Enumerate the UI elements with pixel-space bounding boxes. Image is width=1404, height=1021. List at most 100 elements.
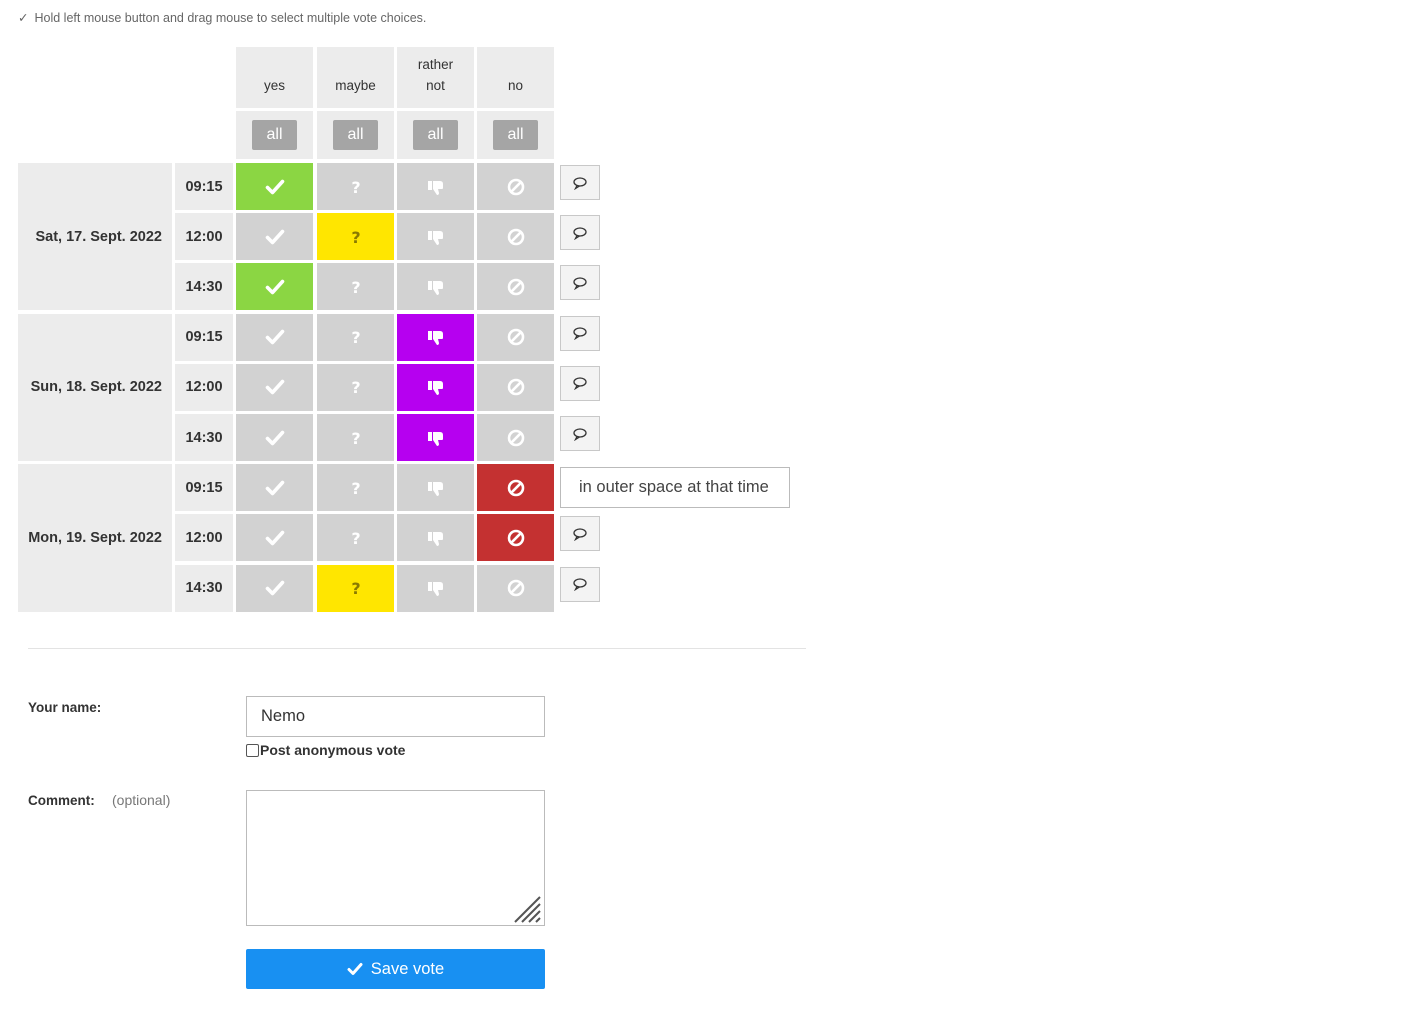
day-label: Sat, 17. Sept. 2022 xyxy=(18,163,172,311)
vote-cell-no[interactable] xyxy=(477,163,554,210)
vote-cell-no[interactable] xyxy=(477,263,554,311)
vote-cell-rather-not[interactable] xyxy=(397,263,474,311)
speech-bubble-icon xyxy=(573,227,587,240)
no-sign-icon xyxy=(505,577,527,599)
time-label: 14:30 xyxy=(175,263,233,311)
vote-cell-yes[interactable] xyxy=(236,514,313,562)
comment-label: Comment: xyxy=(28,793,95,808)
vote-cell-yes[interactable] xyxy=(236,163,313,210)
vote-cell-maybe[interactable]: ? xyxy=(317,313,394,361)
resize-grip-icon[interactable] xyxy=(513,895,542,924)
anonymous-checkbox[interactable] xyxy=(246,743,259,757)
vote-cell-no[interactable] xyxy=(477,414,554,461)
check-icon xyxy=(264,577,286,599)
time-label: 12:00 xyxy=(175,514,233,562)
comment-textarea[interactable] xyxy=(246,790,545,926)
vote-cell-maybe[interactable]: ? xyxy=(317,213,394,261)
thumbs-down-icon xyxy=(425,577,447,599)
svg-text:?: ? xyxy=(351,278,360,297)
vote-cell-rather-not[interactable] xyxy=(397,514,474,562)
select-all-no-button[interactable]: all xyxy=(493,120,538,150)
all-cell: all xyxy=(477,111,554,159)
speech-bubble-icon xyxy=(573,176,587,190)
add-comment-button[interactable] xyxy=(560,315,600,351)
vote-cell-maybe[interactable]: ? xyxy=(317,464,394,512)
thumbs-down-icon xyxy=(425,477,447,499)
svg-text:?: ? xyxy=(351,378,360,397)
question-mark-icon: ? xyxy=(345,527,367,549)
vote-cell-yes[interactable] xyxy=(236,564,313,612)
vote-cell-yes[interactable] xyxy=(236,363,313,411)
time-label: 09:15 xyxy=(175,464,233,512)
thumbs-down-icon xyxy=(425,527,447,549)
time-label: 12:00 xyxy=(175,213,233,261)
vote-cell-rather-not[interactable] xyxy=(397,564,474,612)
vote-cell-no[interactable] xyxy=(477,464,554,512)
select-all-rather-not-button[interactable]: all xyxy=(413,120,458,150)
question-mark-icon: ? xyxy=(345,577,367,599)
save-vote-button[interactable]: Save vote xyxy=(246,949,545,989)
vote-cell-yes[interactable] xyxy=(236,313,313,361)
vote-cell-no[interactable] xyxy=(477,213,554,261)
vote-cell-maybe[interactable]: ? xyxy=(317,514,394,562)
save-vote-label: Save vote xyxy=(370,959,445,978)
speech-bubble-icon xyxy=(573,528,587,541)
vote-cell-maybe[interactable]: ? xyxy=(317,263,394,311)
column-header-maybe: maybe xyxy=(317,47,394,108)
column-header-no: no xyxy=(477,47,554,108)
add-comment-button[interactable] xyxy=(560,165,600,200)
no-sign-icon xyxy=(505,376,527,398)
svg-text:?: ? xyxy=(351,429,360,448)
add-comment-button[interactable] xyxy=(560,566,600,602)
vote-cell-maybe[interactable]: ? xyxy=(317,414,394,461)
name-input[interactable] xyxy=(246,696,545,737)
vote-cell-no[interactable] xyxy=(477,313,554,361)
vote-cell-maybe[interactable]: ? xyxy=(317,363,394,411)
no-sign-icon xyxy=(505,477,527,499)
thumbs-down-icon xyxy=(425,326,447,348)
add-comment-button[interactable] xyxy=(560,516,600,552)
speech-bubble-icon xyxy=(573,327,587,341)
slot-comment-input[interactable]: in outer space at that time xyxy=(560,467,790,509)
svg-text:?: ? xyxy=(351,228,360,247)
vote-cell-no[interactable] xyxy=(477,514,554,562)
vote-cell-yes[interactable] xyxy=(236,213,313,261)
svg-text:?: ? xyxy=(351,328,360,347)
vote-cell-rather-not[interactable] xyxy=(397,363,474,411)
question-mark-icon: ? xyxy=(345,477,367,499)
thumbs-down-icon xyxy=(425,276,447,298)
select-all-maybe-button[interactable]: all xyxy=(333,120,378,150)
thumbs-down-icon xyxy=(425,376,447,398)
vote-cell-yes[interactable] xyxy=(236,464,313,512)
vote-cell-rather-not[interactable] xyxy=(397,464,474,512)
question-mark-icon: ? xyxy=(345,276,367,298)
add-comment-button[interactable] xyxy=(560,416,600,451)
anonymous-vote-option[interactable]: Post anonymous vote xyxy=(246,742,405,758)
vote-cell-no[interactable] xyxy=(477,564,554,612)
svg-text:?: ? xyxy=(351,579,360,598)
vote-cell-yes[interactable] xyxy=(236,263,313,311)
vote-cell-no[interactable] xyxy=(477,363,554,411)
add-comment-button[interactable] xyxy=(560,265,600,301)
question-mark-icon: ? xyxy=(345,176,367,198)
divider xyxy=(28,648,806,649)
no-sign-icon xyxy=(505,176,527,198)
day-label: Mon, 19. Sept. 2022 xyxy=(18,464,172,612)
speech-bubble-icon xyxy=(573,277,587,290)
vote-cell-rather-not[interactable] xyxy=(397,313,474,361)
add-comment-button[interactable] xyxy=(560,365,600,401)
svg-text:?: ? xyxy=(351,479,360,498)
check-icon xyxy=(264,326,286,348)
vote-cell-maybe[interactable]: ? xyxy=(317,564,394,612)
vote-cell-yes[interactable] xyxy=(236,414,313,461)
check-icon xyxy=(264,376,286,398)
vote-cell-maybe[interactable]: ? xyxy=(317,163,394,210)
question-mark-icon: ? xyxy=(345,427,367,449)
vote-cell-rather-not[interactable] xyxy=(397,213,474,261)
column-header-rather-not: rather not xyxy=(397,47,474,108)
add-comment-button[interactable] xyxy=(560,215,600,251)
check-icon xyxy=(264,226,286,248)
vote-cell-rather-not[interactable] xyxy=(397,414,474,461)
vote-cell-rather-not[interactable] xyxy=(397,163,474,210)
select-all-yes-button[interactable]: all xyxy=(252,120,297,150)
